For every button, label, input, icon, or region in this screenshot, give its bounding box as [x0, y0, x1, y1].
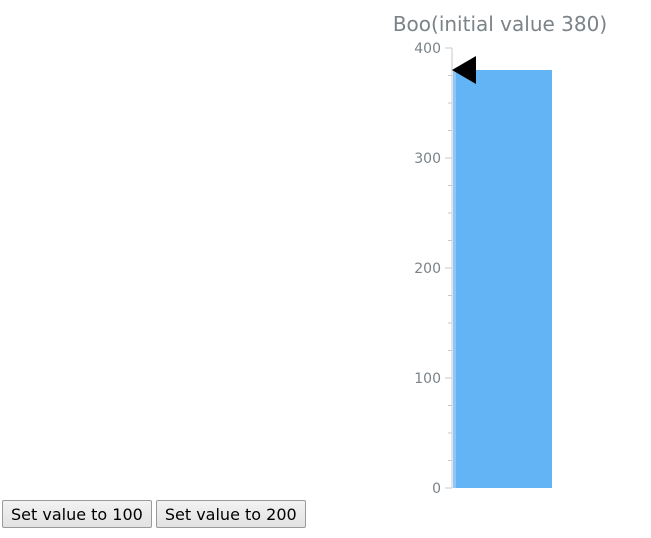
set-value-200-button[interactable]: Set value to 200 [155, 500, 306, 528]
set-value-100-button[interactable]: Set value to 100 [2, 500, 152, 528]
controls: Set value to 100 Set value to 200 [2, 500, 306, 528]
tick-label: 300 [414, 151, 441, 167]
linear-gauge: 0 100 200 300 400 [414, 41, 552, 497]
value-bar [453, 70, 552, 488]
tick-label: 400 [414, 41, 441, 57]
tick-label: 100 [414, 371, 441, 387]
gauge-axis: 0 100 200 300 400 [414, 41, 453, 497]
gauge-bars [453, 70, 552, 488]
tick-label: 200 [414, 261, 441, 277]
value-bar-edge [453, 70, 456, 488]
tick-label: 0 [432, 481, 441, 497]
page: Boo(initial value 380) 0 100 200 300 400 Set… [0, 0, 651, 538]
